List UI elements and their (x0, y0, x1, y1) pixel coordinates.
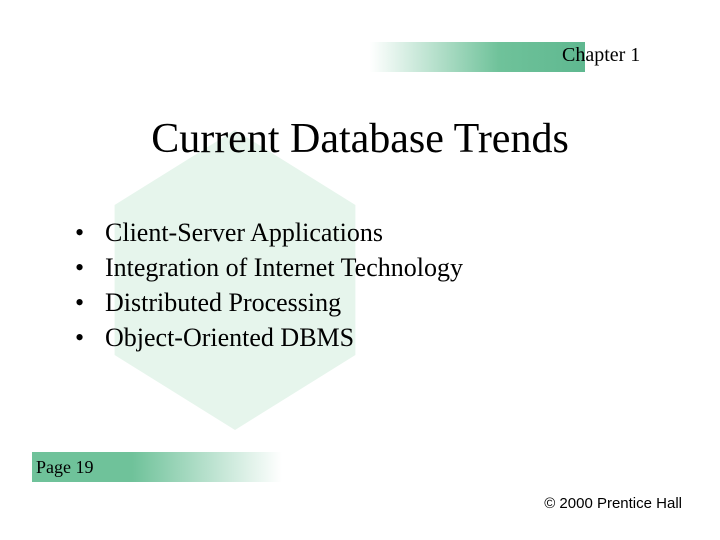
bullet-dot-icon: • (75, 285, 105, 320)
bullet-text: Distributed Processing (105, 285, 341, 320)
slide-title: Current Database Trends (0, 115, 720, 163)
bullet-list: • Client-Server Applications • Integrati… (75, 215, 463, 355)
chapter-label: Chapter 1 (562, 44, 640, 67)
list-item: • Object-Oriented DBMS (75, 320, 463, 355)
list-item: • Client-Server Applications (75, 215, 463, 250)
chapter-gradient-bar (370, 42, 585, 72)
page-number-label: Page 19 (36, 457, 94, 478)
bullet-text: Integration of Internet Technology (105, 250, 463, 285)
list-item: • Integration of Internet Technology (75, 250, 463, 285)
bullet-dot-icon: • (75, 320, 105, 355)
bullet-text: Client-Server Applications (105, 215, 383, 250)
list-item: • Distributed Processing (75, 285, 463, 320)
bullet-text: Object-Oriented DBMS (105, 320, 354, 355)
bullet-dot-icon: • (75, 250, 105, 285)
copyright-notice: © 2000 Prentice Hall (544, 495, 682, 512)
bullet-dot-icon: • (75, 215, 105, 250)
